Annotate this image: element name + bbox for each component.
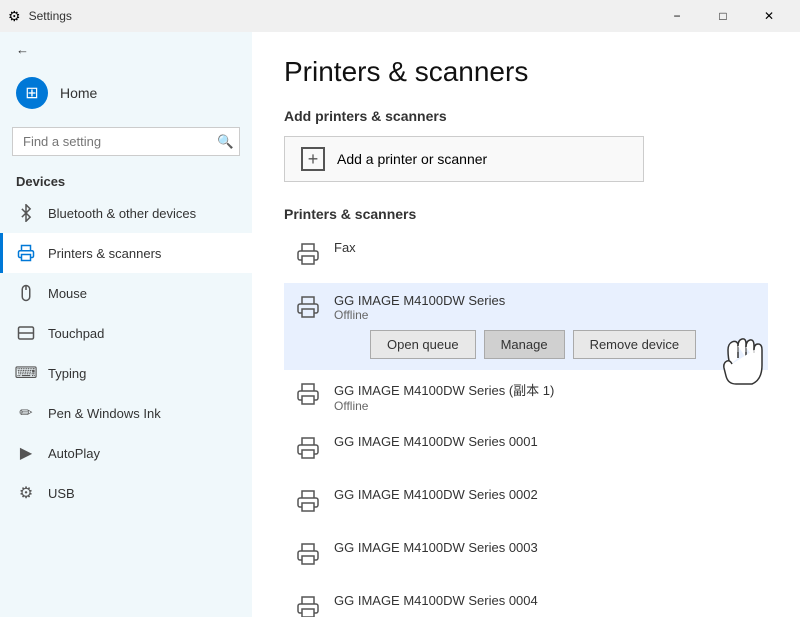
- printer-actions: Open queue Manage Remove device: [334, 330, 756, 359]
- typing-label: Typing: [48, 366, 86, 381]
- printer-gg-0001-name: GG IMAGE M4100DW Series 0001: [334, 434, 756, 449]
- remove-device-button[interactable]: Remove device: [573, 330, 697, 359]
- open-queue-button[interactable]: Open queue: [370, 330, 476, 359]
- printer-gg-0003-name: GG IMAGE M4100DW Series 0003: [334, 540, 756, 555]
- printer-gg-0003-info: GG IMAGE M4100DW Series 0003: [334, 540, 756, 555]
- page-title: Printers & scanners: [284, 56, 768, 88]
- printer-item-gg-0003[interactable]: GG IMAGE M4100DW Series 0003: [284, 530, 768, 583]
- usb-icon: ⚙: [16, 483, 36, 503]
- settings-icon: ⚙: [8, 8, 21, 25]
- autoplay-label: AutoPlay: [48, 446, 100, 461]
- restore-button[interactable]: □: [700, 0, 746, 32]
- printer-gg-0002-info: GG IMAGE M4100DW Series 0002: [334, 487, 756, 502]
- autoplay-icon: ▶: [16, 443, 36, 463]
- printer-gg-copy-status: Offline: [334, 399, 756, 413]
- printers-label: Printers & scanners: [48, 246, 161, 261]
- search-container: 🔍: [12, 127, 240, 156]
- printer-fax-name: Fax: [334, 240, 756, 255]
- mouse-label: Mouse: [48, 286, 87, 301]
- printer-gg-copy-name: GG IMAGE M4100DW Series (副本 1): [334, 380, 756, 399]
- printer-item-gg-0004[interactable]: GG IMAGE M4100DW Series 0004: [284, 583, 768, 617]
- content-area: Printers & scanners Add printers & scann…: [252, 32, 800, 617]
- title-bar: ⚙ Settings − □ ✕: [0, 0, 800, 32]
- back-icon: ←: [16, 42, 29, 57]
- sidebar-item-autoplay[interactable]: ▶ AutoPlay: [0, 433, 252, 473]
- printer-gg-0004-name: GG IMAGE M4100DW Series 0004: [334, 593, 756, 608]
- printer-item-fax[interactable]: Fax: [284, 230, 768, 283]
- touchpad-label: Touchpad: [48, 326, 104, 341]
- printers-icon: [16, 243, 36, 263]
- printer-fax-icon: [296, 242, 320, 272]
- printer-gg-0002-icon: [296, 489, 320, 519]
- home-nav-item[interactable]: ⊞ Home: [0, 67, 252, 119]
- search-input[interactable]: [12, 127, 240, 156]
- printer-gg-0004-icon: [296, 595, 320, 617]
- sidebar-item-printers[interactable]: Printers & scanners: [0, 233, 252, 273]
- main-layout: ← ⊞ Home 🔍 Devices Bluetooth & other dev…: [0, 32, 800, 617]
- usb-label: USB: [48, 486, 75, 501]
- printer-item-gg-0001[interactable]: GG IMAGE M4100DW Series 0001: [284, 424, 768, 477]
- pen-icon: ✏: [16, 403, 36, 423]
- window-controls: − □ ✕: [654, 0, 792, 32]
- manage-button[interactable]: Manage: [484, 330, 565, 359]
- sidebar-item-bluetooth[interactable]: Bluetooth & other devices: [0, 193, 252, 233]
- printer-item-gg-0002[interactable]: GG IMAGE M4100DW Series 0002: [284, 477, 768, 530]
- bluetooth-label: Bluetooth & other devices: [48, 206, 196, 221]
- printer-gg-0003-icon: [296, 542, 320, 572]
- printer-gg-main-info: GG IMAGE M4100DW Series Offline Open que…: [334, 293, 756, 359]
- sidebar-section-label: Devices: [0, 164, 252, 193]
- touchpad-icon: [16, 323, 36, 343]
- sidebar: ← ⊞ Home 🔍 Devices Bluetooth & other dev…: [0, 32, 252, 617]
- home-icon: ⊞: [16, 77, 48, 109]
- printer-gg-0002-name: GG IMAGE M4100DW Series 0002: [334, 487, 756, 502]
- printers-section-title: Printers & scanners: [284, 206, 768, 222]
- printer-gg-copy-icon: [296, 382, 320, 412]
- printer-gg-main-icon: [296, 295, 320, 325]
- printer-fax-info: Fax: [334, 240, 756, 255]
- minimize-button[interactable]: −: [654, 0, 700, 32]
- printer-item-gg-main[interactable]: GG IMAGE M4100DW Series Offline Open que…: [284, 283, 768, 370]
- add-printer-button[interactable]: + Add a printer or scanner: [284, 136, 644, 182]
- printer-gg-0001-icon: [296, 436, 320, 466]
- sidebar-item-typing[interactable]: ⌨ Typing: [0, 353, 252, 393]
- printer-gg-main-name: GG IMAGE M4100DW Series: [334, 293, 756, 308]
- search-button[interactable]: 🔍: [217, 134, 234, 150]
- sidebar-item-pen[interactable]: ✏ Pen & Windows Ink: [0, 393, 252, 433]
- bluetooth-icon: [16, 203, 36, 223]
- back-button[interactable]: ←: [0, 32, 252, 67]
- title-bar-title: Settings: [29, 9, 72, 23]
- pen-label: Pen & Windows Ink: [48, 406, 161, 421]
- printer-item-gg-copy[interactable]: GG IMAGE M4100DW Series (副本 1) Offline: [284, 370, 768, 424]
- printer-gg-main-status: Offline: [334, 308, 756, 322]
- printer-gg-copy-info: GG IMAGE M4100DW Series (副本 1) Offline: [334, 380, 756, 413]
- printer-gg-0004-info: GG IMAGE M4100DW Series 0004: [334, 593, 756, 608]
- typing-icon: ⌨: [16, 363, 36, 383]
- printers-list: Fax GG IMAGE M4100DW Series Offline Open…: [284, 230, 768, 617]
- sidebar-item-mouse[interactable]: Mouse: [0, 273, 252, 313]
- sidebar-item-touchpad[interactable]: Touchpad: [0, 313, 252, 353]
- close-button[interactable]: ✕: [746, 0, 792, 32]
- add-printer-label: Add a printer or scanner: [337, 151, 487, 167]
- sidebar-item-usb[interactable]: ⚙ USB: [0, 473, 252, 513]
- plus-icon: +: [301, 147, 325, 171]
- mouse-icon: [16, 283, 36, 303]
- printer-gg-0001-info: GG IMAGE M4100DW Series 0001: [334, 434, 756, 449]
- home-label: Home: [60, 85, 97, 101]
- add-section-title: Add printers & scanners: [284, 108, 768, 124]
